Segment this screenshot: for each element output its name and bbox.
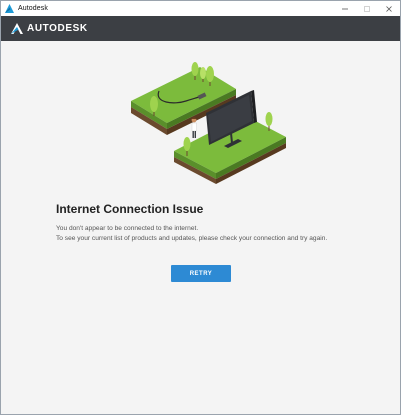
retry-button[interactable]: RETRY bbox=[171, 265, 231, 282]
minimize-button[interactable] bbox=[334, 1, 356, 16]
window-title: Autodesk bbox=[18, 5, 48, 12]
message-line: You don't appear to be connected to the … bbox=[56, 225, 199, 232]
disconnected-illustration bbox=[131, 62, 286, 184]
brand-wordmark: AUTODESK bbox=[27, 23, 88, 34]
minimize-icon bbox=[342, 8, 348, 9]
maximize-button[interactable] bbox=[356, 1, 378, 16]
app-window: Autodesk AUTODESK Internet Connection Is… bbox=[0, 0, 401, 415]
maximize-icon bbox=[364, 5, 370, 12]
title-bar[interactable]: Autodesk bbox=[1, 1, 400, 16]
brand-header: AUTODESK bbox=[1, 16, 400, 41]
close-icon bbox=[386, 5, 392, 12]
person-icon bbox=[191, 117, 197, 138]
autodesk-logo-icon bbox=[5, 4, 14, 13]
window-controls bbox=[334, 1, 400, 16]
close-button[interactable] bbox=[378, 1, 400, 16]
error-message: You don't appear to be connected to the … bbox=[56, 224, 356, 243]
message-line: To see your current list of products and… bbox=[56, 234, 328, 242]
page-title: Internet Connection Issue bbox=[56, 202, 204, 216]
autodesk-logo-icon bbox=[11, 23, 23, 34]
